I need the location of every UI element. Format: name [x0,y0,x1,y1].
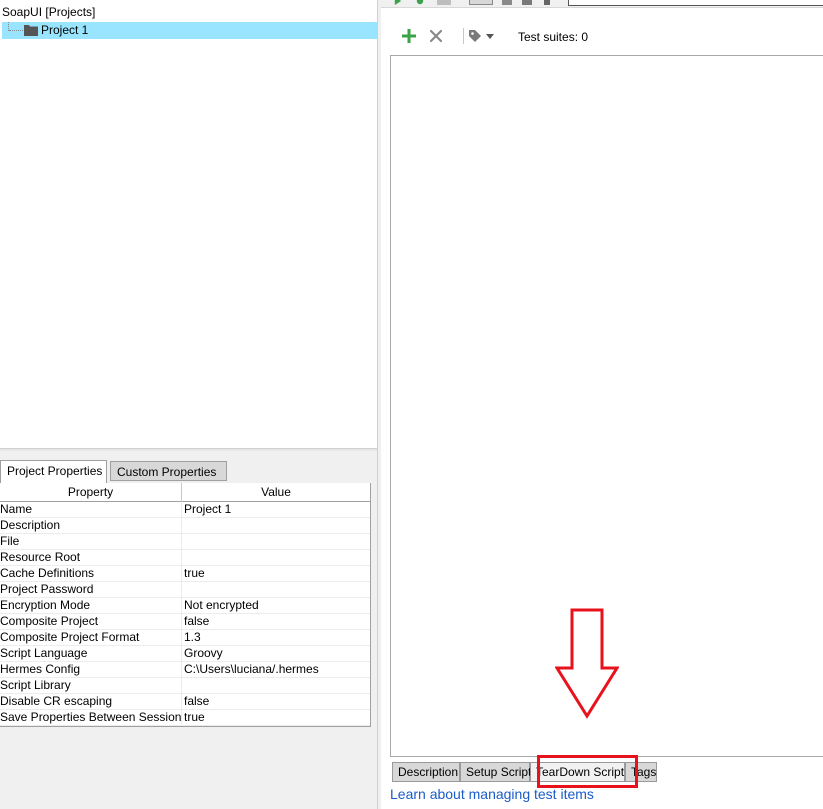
right-panel: Test suites: 0 Description Setup Script … [381,0,823,809]
column-header-property[interactable]: Property [0,483,182,502]
table-row[interactable]: Composite Project Format 1.3 [0,630,370,646]
toolbar-separator [463,28,464,44]
property-name-cell: Name [0,502,182,518]
property-value-cell[interactable]: false [184,614,370,630]
search-input[interactable] [568,0,823,6]
properties-tabs: Project Properties Custom Properties [0,460,377,483]
property-value-cell[interactable]: Not encrypted [184,598,370,614]
tree-root-label[interactable]: SoapUI [Projects] [2,5,95,19]
tab-custom-properties[interactable]: Custom Properties [110,461,227,481]
test-suites-count: Test suites: 0 [518,30,589,44]
properties-table-header: Property Value [0,483,370,502]
property-value-cell[interactable]: Groovy [184,646,370,662]
table-row[interactable]: File [0,534,370,550]
table-row[interactable]: Script Language Groovy [0,646,370,662]
add-test-suite-button[interactable] [400,24,418,48]
left-panel: SoapUI [Projects] Project 1 Project Prop… [0,0,377,809]
run-icon[interactable] [393,0,403,5]
export-icon[interactable] [502,0,512,5]
tree-connector-line [9,30,23,31]
table-row[interactable]: Description [0,518,370,534]
bottom-tabs: Description Setup Script TearDown Script… [390,755,820,788]
property-value-cell[interactable]: 1.3 [184,630,370,646]
dropdown-icon[interactable] [544,0,550,5]
property-name-cell: Composite Project Format [0,630,182,646]
property-value-cell[interactable] [184,582,370,598]
tag-filter-button[interactable] [467,24,499,48]
property-value-cell[interactable] [184,678,370,694]
x-icon [429,29,443,43]
property-name-cell: Disable CR escaping [0,694,182,710]
property-name-cell: Cache Definitions [0,566,182,582]
table-row[interactable]: Name Project 1 [0,502,370,518]
property-name-cell: Encryption Mode [0,598,182,614]
options-icon[interactable] [469,0,493,5]
tag-dropdown-icon [469,30,494,42]
folder-icon [24,25,38,36]
table-row[interactable]: Script Library [0,678,370,694]
property-value-cell[interactable]: Project 1 [184,502,370,518]
property-name-cell: File [0,534,182,550]
tree-node-label: Project 1 [41,23,89,37]
table-row[interactable]: Save Properties Between Sessions true [0,710,370,726]
property-name-cell: Composite Project [0,614,182,630]
property-name-cell: Script Library [0,678,182,694]
property-name-cell: Save Properties Between Sessions [0,710,182,726]
project-navigator-tree: SoapUI [Projects] Project 1 [0,0,377,450]
property-value-cell[interactable]: true [184,566,370,582]
stop-icon[interactable] [437,0,451,5]
properties-panel: Project Properties Custom Properties Pro… [0,451,377,809]
table-row[interactable]: Project Password [0,582,370,598]
tree-node-project[interactable]: Project 1 [2,22,377,39]
learn-more-link[interactable]: Learn about managing test items [390,786,594,802]
table-row[interactable]: Cache Definitions true [0,566,370,582]
property-value-cell[interactable] [184,550,370,566]
top-toolbar-strip [381,0,823,8]
property-name-cell: Script Language [0,646,182,662]
property-name-cell: Resource Root [0,550,182,566]
tab-setup-script[interactable]: Setup Script [460,762,531,782]
table-row[interactable]: Disable CR escaping false [0,694,370,710]
plus-icon [402,29,416,43]
down-arrow-annotation [555,608,619,719]
clipboard-icon[interactable] [522,0,532,5]
tab-description[interactable]: Description [392,762,460,782]
property-name-cell: Project Password [0,582,182,598]
table-row[interactable]: Hermes Config C:\Users\luciana/.hermes [0,662,370,678]
property-name-cell: Hermes Config [0,662,182,678]
highlight-annotation [537,755,638,788]
property-name-cell: Description [0,518,182,534]
column-header-value[interactable]: Value [182,483,370,502]
debug-icon[interactable] [414,0,426,5]
property-value-cell[interactable] [184,518,370,534]
properties-rows: Name Project 1 Description File Resource Roo… [0,502,370,726]
table-row[interactable]: Encryption Mode Not encrypted [0,598,370,614]
property-value-cell[interactable] [184,534,370,550]
properties-empty-area [0,727,371,809]
table-row[interactable]: Composite Project false [0,614,370,630]
remove-test-suite-button[interactable] [427,24,445,48]
property-value-cell[interactable]: true [184,710,370,726]
properties-table: Property Value Name Project 1 Description F… [0,483,371,727]
tab-project-properties[interactable]: Project Properties [0,460,107,483]
table-row[interactable]: Resource Root [0,550,370,566]
property-value-cell[interactable]: C:\Users\luciana/.hermes [184,662,370,678]
property-value-cell[interactable]: false [184,694,370,710]
test-suites-toolbar: Test suites: 0 [390,24,820,48]
